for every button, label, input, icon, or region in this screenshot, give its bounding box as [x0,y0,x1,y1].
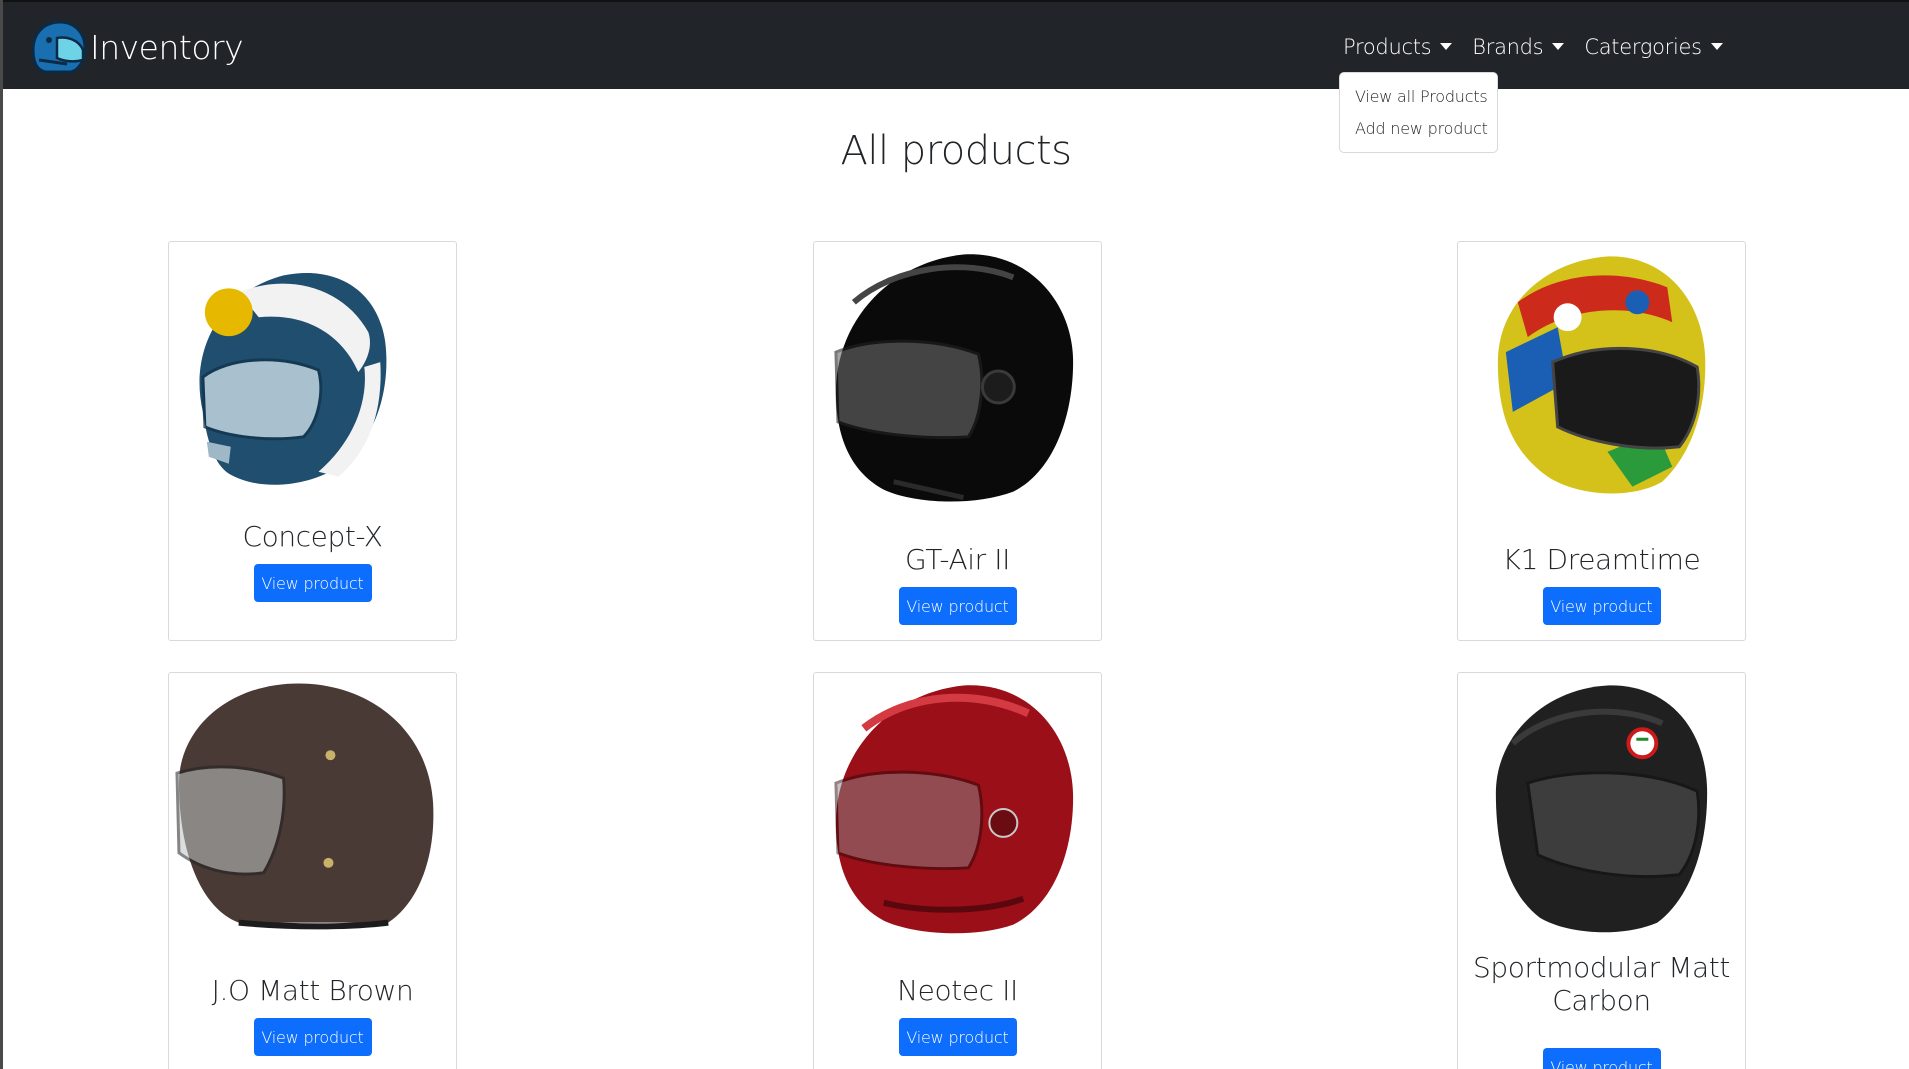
product-card: K1 Dreamtime View product [1457,241,1746,641]
view-product-button[interactable]: View product [253,1018,372,1056]
view-product-button[interactable]: View product [898,1018,1017,1056]
product-card: GT-Air II View product [813,241,1102,641]
product-name: Concept-X [242,520,383,553]
view-product-button[interactable]: View product [1542,587,1661,625]
helmet-image [175,683,434,930]
product-name: K1 Dreamtime [1502,543,1701,576]
view-product-button[interactable]: View product [253,564,372,602]
helmet-image [834,685,1074,934]
product-name: Sportmodular Matt Carbon [1473,951,1730,1017]
product-card: J.O Matt Brown View product [168,672,457,1069]
brand-name: Inventory [90,27,244,67]
view-product-button[interactable]: View product [898,587,1017,625]
dropdown-item-add-new-product[interactable]: Add new product [1340,113,1497,145]
page-title: All products [840,128,1073,174]
helmet-image [199,273,387,485]
nav-item-label: Brands [1472,34,1544,59]
view-product-button[interactable]: View product [1542,1048,1661,1069]
product-card: Sportmodular Matt Carbon View product [1457,672,1746,1069]
nav-brands-dropdown[interactable]: Brands [1472,34,1565,59]
product-name: J.O Matt Brown [211,974,414,1007]
product-card: Neotec II View product [813,672,1102,1069]
helmet-image [1497,256,1706,494]
caret-down-icon [1440,43,1453,50]
product-name: GT-Air II [905,543,1010,576]
helmet-logo-icon [31,20,87,74]
products-dropdown-menu: View all Products Add new product [1339,72,1498,153]
nav-products-dropdown[interactable]: Products [1343,34,1453,59]
caret-down-icon [1710,43,1723,50]
nav-categories-dropdown[interactable]: Catergories [1584,34,1723,59]
nav-item-label: Catergories [1584,34,1702,59]
nav-item-label: Products [1343,34,1432,59]
caret-down-icon [1552,43,1565,50]
helmet-image [834,254,1074,502]
dropdown-item-view-all-products[interactable]: View all Products [1340,81,1497,113]
product-card: Concept-X View product [168,241,457,641]
helmet-image [1495,685,1708,933]
product-name: Neotec II [897,974,1018,1007]
navbar-brand[interactable]: Inventory [27,16,244,78]
navbar: Inventory Products Brands Catergories [3,0,1909,89]
